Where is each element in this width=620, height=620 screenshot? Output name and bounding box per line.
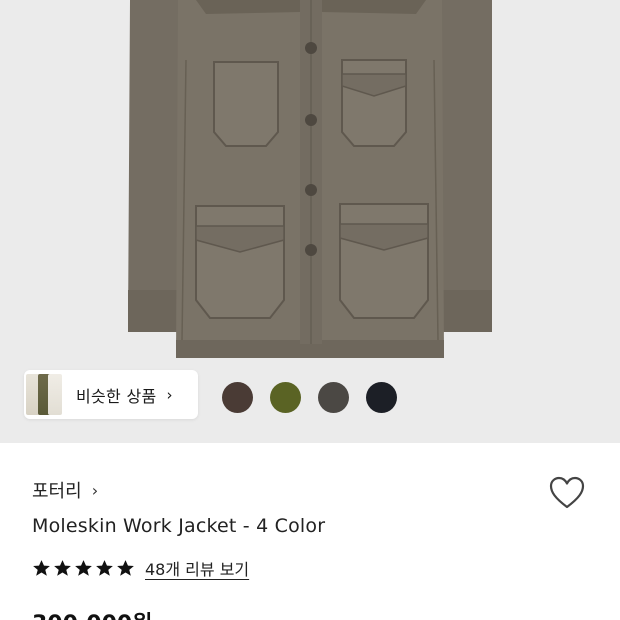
product-title: Moleskin Work Jacket - 4 Color (32, 515, 326, 537)
star-icon (33, 559, 50, 576)
color-swatch-brown[interactable] (222, 382, 253, 413)
rating-row: 48개 리뷰 보기 (32, 556, 249, 580)
color-swatch-charcoal[interactable] (318, 382, 349, 413)
color-swatches (0, 382, 620, 414)
color-swatch-olive[interactable] (270, 382, 301, 413)
star-icon (117, 559, 134, 576)
star-rating (32, 559, 135, 578)
product-image-area[interactable]: 비슷한 상품 › (0, 0, 620, 443)
star-icon (96, 559, 113, 576)
color-swatch-black[interactable] (366, 382, 397, 413)
product-price: 300,000원 (32, 606, 152, 620)
review-link[interactable]: 48개 리뷰 보기 (145, 556, 249, 580)
product-info: 포터리 › Moleskin Work Jacket - 4 Color 48개… (0, 443, 620, 620)
star-icon (75, 559, 92, 576)
chevron-right-icon: › (91, 480, 99, 500)
star-icon (54, 559, 71, 576)
heart-outline-icon[interactable] (549, 476, 585, 510)
brand-name: 포터리 (32, 481, 82, 502)
brand-link[interactable]: 포터리 › (32, 477, 98, 503)
